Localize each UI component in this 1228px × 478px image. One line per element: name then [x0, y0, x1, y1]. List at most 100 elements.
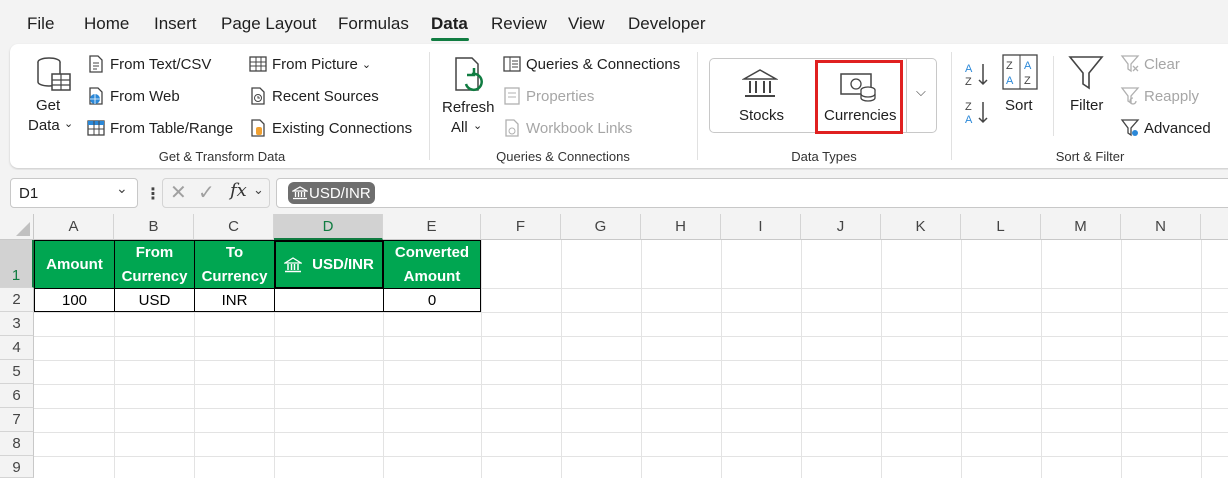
column-header-b[interactable]: B — [114, 214, 194, 240]
gridline — [641, 240, 642, 478]
column-header-l[interactable]: L — [961, 214, 1041, 240]
column-header-h[interactable]: H — [641, 214, 721, 240]
gallery-more-icon[interactable]: ⌵ — [916, 84, 926, 100]
column-header-k[interactable]: K — [881, 214, 961, 240]
existing-connections-button[interactable]: Existing Connections — [248, 118, 412, 138]
column-header-e[interactable]: E — [383, 214, 481, 240]
column-header-f[interactable]: F — [481, 214, 561, 240]
column-header-n[interactable]: N — [1121, 214, 1201, 240]
column-header-m[interactable]: M — [1041, 214, 1121, 240]
row-header-8[interactable]: 8 — [0, 432, 34, 456]
cell-b2-value: USD — [138, 291, 171, 309]
row-header-3[interactable]: 3 — [0, 312, 34, 336]
header-amount: Amount — [403, 267, 461, 285]
table-icon — [87, 120, 105, 136]
workbook-links-label: Workbook Links — [526, 119, 633, 137]
sort-za-icon: Z A — [965, 101, 988, 126]
row-header-5[interactable]: 5 — [0, 360, 34, 384]
row-header-7[interactable]: 7 — [0, 408, 34, 432]
stocks-label: Stocks — [739, 107, 785, 124]
recent-sources-button[interactable]: Recent Sources — [248, 86, 379, 106]
cancel-icon[interactable]: ✕ — [170, 180, 187, 205]
menu-formulas[interactable]: Formulas — [338, 14, 409, 34]
from-web-label: From Web — [110, 87, 180, 105]
row-header-4[interactable]: 4 — [0, 336, 34, 360]
properties-button[interactable]: Properties — [502, 86, 594, 106]
gridline — [34, 408, 1228, 409]
gridline — [881, 240, 882, 478]
advanced-filter-button[interactable]: Advanced — [1120, 118, 1211, 138]
insert-function-icon[interactable]: fx — [230, 180, 247, 201]
menu-view[interactable]: View — [568, 14, 605, 34]
queries-connections-label: Queries & Connections — [526, 55, 681, 73]
formula-text: USD/INR — [309, 184, 371, 202]
menu-insert[interactable]: Insert — [154, 14, 197, 34]
menu-data[interactable]: Data — [431, 14, 468, 34]
row-header-6[interactable]: 6 — [0, 384, 34, 408]
chevron-down-icon: ⌄ — [64, 118, 74, 130]
text-file-icon — [89, 55, 103, 73]
formula-input[interactable] — [276, 178, 1228, 208]
enter-check-icon[interactable]: ✓ — [198, 180, 215, 205]
bank-icon[interactable] — [284, 256, 303, 273]
more-options-icon[interactable]: ⋮ — [145, 184, 161, 204]
queries-connections-button[interactable]: Queries & Connections — [502, 54, 680, 74]
menu-home[interactable]: Home — [84, 14, 129, 34]
svg-text:A: A — [965, 114, 973, 126]
cell-a1[interactable]: Amount — [34, 240, 115, 289]
cell-d2[interactable] — [274, 288, 384, 312]
column-header-partial[interactable] — [1201, 214, 1228, 240]
row-header-1[interactable]: 1 — [0, 240, 34, 288]
column-header-j[interactable]: J — [801, 214, 881, 240]
select-all-corner[interactable] — [0, 214, 34, 240]
gridline — [561, 240, 562, 478]
column-header-i[interactable]: I — [721, 214, 801, 240]
gridline — [34, 360, 1228, 361]
svg-text:Z: Z — [1024, 75, 1031, 87]
gridline — [481, 240, 482, 478]
sort-icon: Z A A Z — [1002, 54, 1038, 90]
column-header-c[interactable]: C — [194, 214, 274, 240]
cell-a2-value: 100 — [61, 291, 88, 309]
from-table-range-button[interactable]: From Table/Range — [86, 118, 233, 138]
cell-d1[interactable]: USD/INR — [274, 240, 384, 289]
cell-e2[interactable]: 0 — [383, 288, 481, 312]
menu-developer[interactable]: Developer — [628, 14, 706, 34]
from-text-csv-button[interactable]: From Text/CSV — [86, 54, 211, 74]
gridline — [34, 312, 1228, 313]
row-header-9[interactable]: 9 — [0, 456, 34, 478]
reapply-button[interactable]: Reapply — [1120, 86, 1199, 106]
cell-c1[interactable]: To Currency — [194, 240, 275, 289]
cell-a2[interactable]: 100 — [34, 288, 115, 312]
database-icon — [37, 57, 71, 91]
svg-text:Z: Z — [965, 101, 972, 113]
currencies-highlight-box — [815, 60, 903, 134]
ribbon-separator — [697, 52, 698, 160]
menu-page-layout[interactable]: Page Layout — [221, 14, 316, 34]
queries-panel-icon — [503, 56, 521, 72]
workbook-links-button[interactable]: Workbook Links — [502, 118, 632, 138]
row-header-2[interactable]: 2 — [0, 288, 34, 312]
chevron-down-icon[interactable]: ⌄ — [253, 182, 264, 198]
chevron-down-icon[interactable]: ⌄ — [116, 180, 128, 197]
cell-b1[interactable]: From Currency — [114, 240, 195, 289]
formula-value-chip: USD/INR — [288, 182, 375, 204]
cell-e1[interactable]: Converted Amount — [383, 240, 481, 289]
column-header-g[interactable]: G — [561, 214, 641, 240]
menu-review[interactable]: Review — [491, 14, 547, 34]
menu-file[interactable]: File — [27, 14, 54, 34]
clear-filter-button[interactable]: Clear — [1120, 54, 1180, 74]
connections-icon — [251, 119, 265, 137]
svg-text:Z: Z — [1006, 60, 1013, 72]
get-data-label-1: Get — [36, 97, 61, 114]
group-label-data-types: Data Types — [791, 149, 857, 164]
column-header-a[interactable]: A — [34, 214, 114, 240]
gridline — [961, 240, 962, 478]
cell-b2[interactable]: USD — [114, 288, 195, 312]
clear-filter-icon — [1120, 55, 1140, 73]
from-web-button[interactable]: From Web — [86, 86, 180, 106]
column-header-d[interactable]: D — [274, 214, 383, 240]
cell-c2[interactable]: INR — [194, 288, 275, 312]
from-picture-button[interactable]: From Picture ⌄ — [248, 54, 371, 74]
gridline — [1121, 240, 1122, 478]
